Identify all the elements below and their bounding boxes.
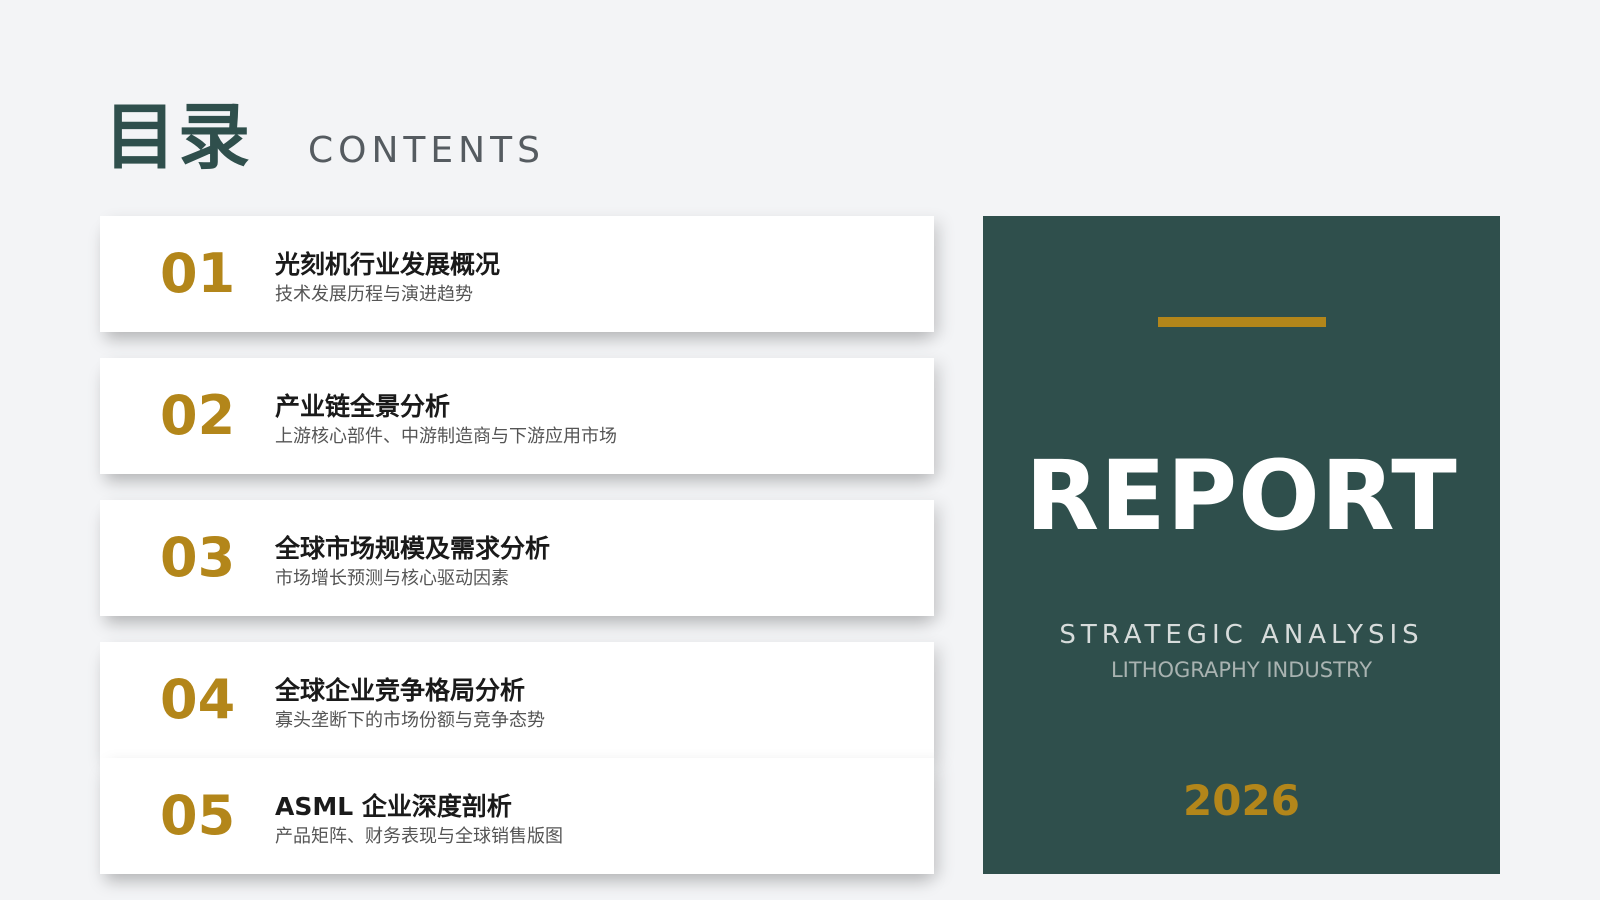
toc-title: 光刻机行业发展概况	[275, 250, 501, 279]
report-year: 2026	[1183, 776, 1300, 825]
toc-item-04[interactable]: 04 全球企业竞争格局分析 寡头垄断下的市场份额与竞争态势	[100, 642, 934, 758]
toc-title: 产业链全景分析	[275, 392, 451, 421]
toc-title: 全球企业竞争格局分析	[275, 676, 526, 705]
toc-title: 全球市场规模及需求分析	[275, 534, 551, 563]
page-header: 目录 CONTENTS	[104, 78, 545, 183]
toc-number: 03	[160, 526, 236, 589]
toc-number: 01	[160, 242, 236, 305]
toc-item-03[interactable]: 03 全球市场规模及需求分析 市场增长预测与核心驱动因素	[100, 500, 934, 616]
toc-title: ASML 企业深度剖析	[275, 792, 512, 821]
toc-item-01[interactable]: 01 光刻机行业发展概况 技术发展历程与演进趋势	[100, 216, 934, 332]
report-heading: REPORT	[1025, 440, 1458, 552]
report-industry: LITHOGRAPHY INDUSTRY	[1110, 658, 1373, 682]
report-tagline: STRATEGIC ANALYSIS	[1059, 620, 1424, 650]
toc-item-02[interactable]: 02 产业链全景分析 上游核心部件、中游制造商与下游应用市场	[100, 358, 934, 474]
toc-number: 02	[160, 384, 236, 447]
toc-item-05[interactable]: 05 ASML 企业深度剖析 产品矩阵、财务表现与全球销售版图	[100, 758, 934, 874]
page-title: 目录	[104, 95, 253, 179]
toc-number: 04	[160, 668, 236, 731]
gold-accent-bar	[1158, 317, 1326, 327]
toc-subtitle: 上游核心部件、中游制造商与下游应用市场	[275, 426, 617, 447]
toc-subtitle: 产品矩阵、财务表现与全球销售版图	[275, 826, 563, 847]
report-cover-card: REPORT STRATEGIC ANALYSIS LITHOGRAPHY IN…	[983, 216, 1500, 874]
toc-number: 05	[160, 784, 236, 847]
toc-subtitle: 市场增长预测与核心驱动因素	[275, 568, 509, 589]
page-subtitle: CONTENTS	[308, 130, 545, 171]
toc-subtitle: 技术发展历程与演进趋势	[275, 284, 473, 305]
toc-subtitle: 寡头垄断下的市场份额与竞争态势	[275, 710, 545, 731]
